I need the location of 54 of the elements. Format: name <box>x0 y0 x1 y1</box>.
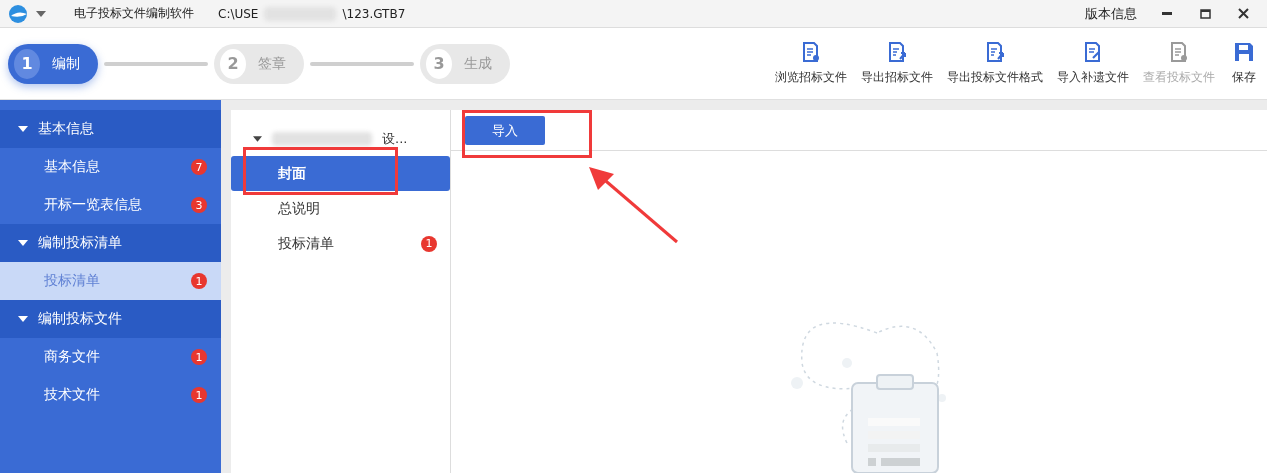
sidebar-item[interactable]: 开标一览表信息 3 <box>0 186 221 224</box>
sidebar-item[interactable]: 投标清单 1 <box>0 262 221 300</box>
tree-item[interactable]: 总说明 <box>231 191 450 226</box>
document-pen-icon <box>1083 41 1103 62</box>
save-icon <box>1234 41 1254 62</box>
sidebar-item[interactable]: 商务文件 1 <box>0 338 221 376</box>
toolbar-button[interactable]: 导出招标文件 <box>861 41 933 86</box>
item-label: 基本信息 <box>44 158 100 176</box>
sidebar-item[interactable]: 基本信息 7 <box>0 148 221 186</box>
sidebar-item[interactable]: 技术文件 1 <box>0 376 221 414</box>
logo-icon <box>8 3 30 24</box>
toolbar-button[interactable]: 保存 <box>1229 41 1259 86</box>
tree-root-label: 设... <box>382 130 408 148</box>
close-icon <box>1237 8 1249 19</box>
group-label: 编制投标清单 <box>38 234 122 252</box>
file-path: \123.GTB7 <box>342 6 406 21</box>
step-tab[interactable]: 1 编制 <box>8 43 98 84</box>
toolbar-button[interactable]: 浏览招标文件 <box>775 41 847 86</box>
caret-icon <box>18 316 28 322</box>
toolbar-button[interactable]: 导出投标文件格式 <box>947 41 1043 86</box>
tree-item-label: 投标清单 <box>278 234 334 253</box>
tree-item-label: 总说明 <box>278 199 320 218</box>
sidebar-group[interactable]: 编制投标清单 <box>0 224 221 262</box>
tree-root[interactable]: 设... <box>231 128 450 150</box>
caret-icon <box>253 136 262 142</box>
sidebar-group[interactable]: 编制投标文件 <box>0 300 221 338</box>
caret-icon <box>36 10 46 17</box>
group-label: 编制投标文件 <box>38 310 122 328</box>
count-badge: 7 <box>191 159 207 175</box>
count-badge: 3 <box>191 197 207 213</box>
version-link[interactable]: 版本信息 <box>1085 4 1137 23</box>
app-title: 电子投标文件编制软件 <box>74 5 194 22</box>
caret-icon <box>18 126 28 132</box>
tree-item-label: 封面 <box>278 164 306 183</box>
count-badge: 1 <box>191 387 207 403</box>
tree-item[interactable]: 封面 <box>231 156 450 191</box>
group-label: 基本信息 <box>38 120 94 138</box>
item-label: 开标一览表信息 <box>44 196 142 214</box>
document-icon <box>801 41 821 62</box>
count-badge: 1 <box>421 235 437 252</box>
file-path: C:\USE <box>218 6 259 21</box>
document-icon <box>1169 41 1189 62</box>
count-badge: 1 <box>191 273 207 289</box>
toolbar-button[interactable]: 导入补遗文件 <box>1057 41 1129 86</box>
caret-icon <box>18 240 28 246</box>
tree-item[interactable]: 投标清单 1 <box>231 226 450 261</box>
item-label: 商务文件 <box>44 348 100 366</box>
sidebar-group[interactable]: 基本信息 <box>0 110 221 148</box>
import-button[interactable]: 导入 <box>465 116 545 145</box>
minimize-icon <box>1162 12 1172 15</box>
item-label: 技术文件 <box>44 386 100 404</box>
count-badge: 1 <box>191 349 207 365</box>
maximize-icon <box>1199 8 1211 19</box>
item-label: 投标清单 <box>44 272 100 290</box>
